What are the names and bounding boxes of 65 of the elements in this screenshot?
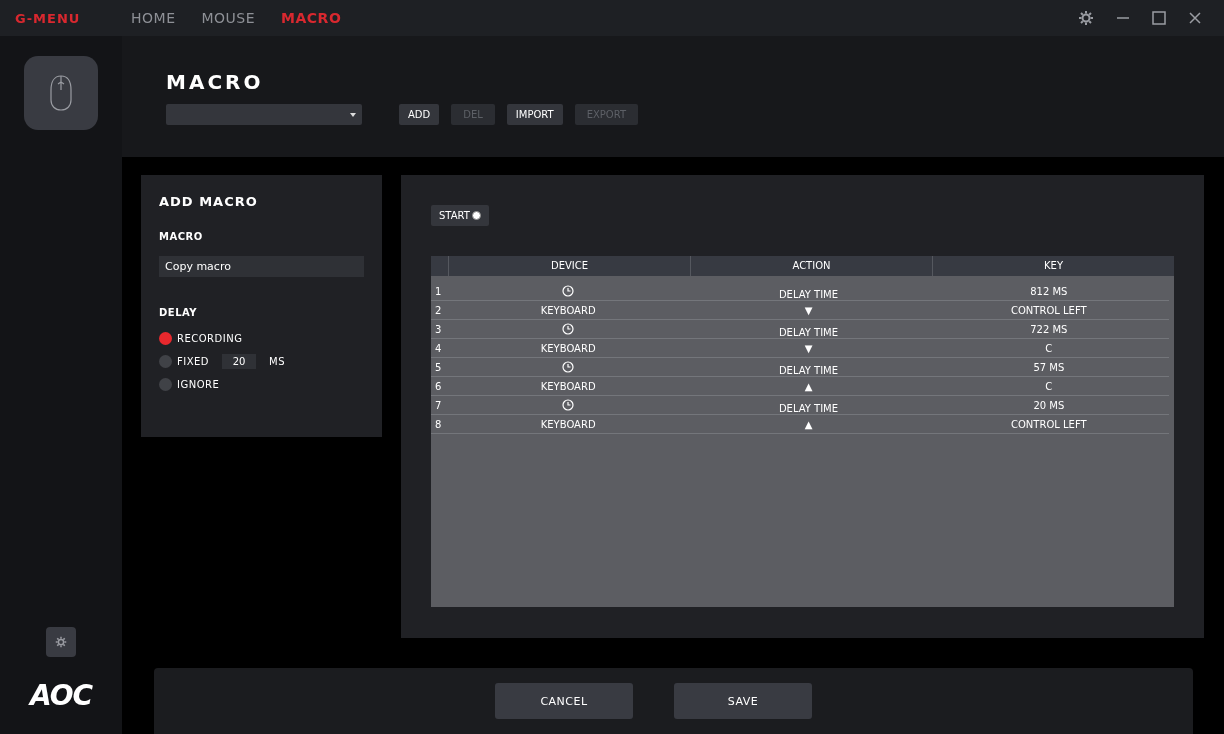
- radio-label: FIXED: [177, 356, 210, 367]
- table-cell: 57 MS: [1033, 361, 1065, 373]
- clock-icon: [562, 399, 575, 411]
- settings-icon[interactable]: [1078, 10, 1094, 26]
- unit-label: MS: [269, 356, 286, 367]
- delay-label: DELAY: [159, 307, 199, 318]
- clock-icon: [562, 361, 575, 373]
- row-number: 5: [434, 361, 443, 373]
- caret-icon: [350, 112, 356, 117]
- clock-icon: [562, 285, 575, 297]
- settings-icon: [55, 636, 67, 648]
- table-cell: KEYBOARD: [540, 304, 596, 316]
- column-header: DEVICE: [449, 256, 691, 276]
- radio-label: IGNORE: [177, 379, 220, 390]
- settings-button[interactable]: [46, 627, 76, 657]
- row-number: 2: [434, 304, 443, 316]
- row-number: 8: [434, 418, 443, 430]
- column-header: KEY: [1043, 259, 1064, 273]
- page-title: MACRO: [166, 70, 265, 94]
- nav-tab[interactable]: MOUSE: [201, 10, 256, 26]
- clock-icon: [562, 323, 575, 335]
- brand-logo: AOC: [29, 679, 93, 712]
- row-number: 3: [434, 323, 443, 335]
- delay-ms-field[interactable]: 20: [222, 354, 257, 369]
- mouse-icon: [49, 74, 73, 112]
- table-cell: ▲: [804, 418, 813, 430]
- table-cell: ▼: [804, 342, 813, 354]
- maximize-icon[interactable]: [1152, 11, 1166, 25]
- row-number: 7: [434, 399, 443, 411]
- panel-title: ADD MACRO: [159, 194, 259, 209]
- row-number: 1: [434, 285, 443, 297]
- table-cell: ▲: [804, 380, 813, 392]
- macro-label: MACRO: [159, 231, 204, 242]
- table-cell: CONTROL LEFT: [1011, 418, 1087, 430]
- table-cell: DELAY TIME: [778, 365, 839, 376]
- table-cell: C: [1045, 342, 1053, 354]
- table-cell: 722 MS: [1030, 323, 1068, 335]
- start-record-button[interactable]: START: [431, 205, 489, 226]
- close-icon[interactable]: [1188, 11, 1202, 25]
- radio-label: RECORDING: [177, 333, 243, 344]
- footer-button[interactable]: CANCEL: [495, 683, 633, 719]
- table-cell: DELAY TIME: [778, 289, 839, 300]
- table-cell: KEYBOARD: [540, 380, 596, 392]
- table-cell: DELAY TIME: [778, 403, 839, 414]
- table-cell: KEYBOARD: [540, 342, 596, 354]
- row-number: 4: [434, 342, 443, 354]
- mouse-device-button[interactable]: [24, 56, 98, 130]
- table-cell: DELAY TIME: [778, 327, 839, 338]
- row-number: 6: [434, 380, 443, 392]
- column-header: ACTION: [691, 256, 933, 276]
- table-cell: ▼: [804, 304, 813, 316]
- toolbar-button[interactable]: IMPORT: [506, 104, 563, 125]
- table-cell: KEYBOARD: [540, 418, 596, 430]
- table-cell: 812 MS: [1030, 285, 1068, 297]
- toolbar-button[interactable]: ADD: [399, 104, 440, 125]
- footer-button[interactable]: SAVE: [674, 683, 812, 719]
- table-cell: C: [1045, 380, 1053, 392]
- radio-button[interactable]: [159, 332, 172, 345]
- table-cell: 20 MS: [1033, 399, 1065, 411]
- app-title: G-MENU: [15, 10, 82, 26]
- radio-button[interactable]: [159, 378, 172, 391]
- table-cell: CONTROL LEFT: [1011, 304, 1087, 316]
- nav-tab[interactable]: HOME: [131, 10, 176, 26]
- macro-name-field[interactable]: Copy macro: [159, 256, 364, 277]
- radio-button[interactable]: [159, 355, 172, 368]
